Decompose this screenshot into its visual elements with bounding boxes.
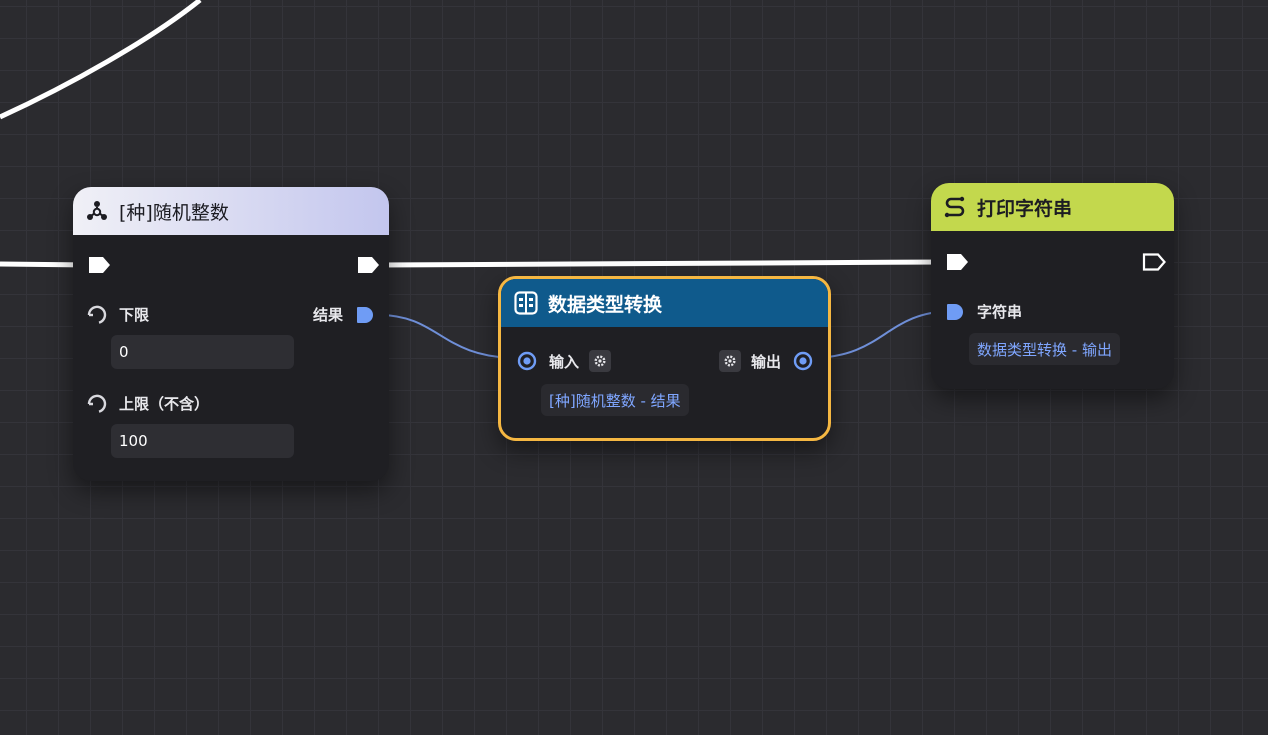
lower-limit-input[interactable] <box>111 335 294 369</box>
result-output-row: 结果 <box>313 304 375 325</box>
exec-in-port[interactable] <box>86 255 112 275</box>
string-reference-chip[interactable]: 数据类型转换 - 输出 <box>969 333 1120 365</box>
upper-limit-row: 上限（不含） <box>87 393 209 414</box>
gear-icon <box>594 355 606 367</box>
input-row: 输入 <box>517 350 612 372</box>
string-input-port[interactable] <box>945 302 965 322</box>
input-port[interactable] <box>517 351 537 371</box>
node-title: [种]随机整数 <box>119 201 229 224</box>
node-title: 数据类型转换 <box>548 293 663 316</box>
exec-in-port[interactable] <box>944 252 970 272</box>
string-icon <box>943 195 967 219</box>
lower-limit-label: 下限 <box>119 306 150 324</box>
node-print-string[interactable]: 打印字符串 字符串 数据类型转换 - 输出 <box>931 183 1174 389</box>
gear-icon <box>724 355 736 367</box>
exec-out-port[interactable] <box>1141 252 1167 272</box>
node-random-integer[interactable]: [种]随机整数 下限 结果 上限（不含） <box>73 187 389 481</box>
string-input-row: 字符串 <box>945 301 1022 322</box>
node-header[interactable]: 打印字符串 <box>931 183 1174 231</box>
upper-limit-input[interactable] <box>111 424 294 458</box>
input-reference-chip[interactable]: [种]随机整数 - 结果 <box>541 384 689 416</box>
convert-icon <box>514 291 538 315</box>
molecule-icon <box>85 199 109 223</box>
input-settings-button[interactable] <box>589 350 612 372</box>
output-port[interactable] <box>793 351 813 371</box>
exec-wire-random-to-print <box>379 259 946 268</box>
node-title: 打印字符串 <box>977 197 1073 220</box>
input-label: 输入 <box>549 352 580 371</box>
node-header[interactable]: [种]随机整数 <box>73 187 389 235</box>
lower-limit-port[interactable] <box>87 305 107 325</box>
exec-wire-top-arc <box>0 0 202 120</box>
result-output-port[interactable] <box>355 305 375 325</box>
node-header[interactable]: 数据类型转换 <box>501 279 828 327</box>
upper-limit-label: 上限（不含） <box>119 395 210 413</box>
output-settings-button[interactable] <box>719 350 741 372</box>
exec-out-port[interactable] <box>355 255 381 275</box>
output-row: 输出 <box>719 350 813 372</box>
result-label: 结果 <box>313 306 344 324</box>
upper-limit-port[interactable] <box>87 394 107 414</box>
lower-limit-row: 下限 <box>87 304 149 325</box>
output-label: 输出 <box>751 352 782 371</box>
string-label: 字符串 <box>977 303 1023 321</box>
node-data-type-conversion[interactable]: 数据类型转换 输入 输出 [种]随机整数 - 结果 <box>498 276 831 441</box>
data-wire-result-to-input <box>377 314 517 359</box>
